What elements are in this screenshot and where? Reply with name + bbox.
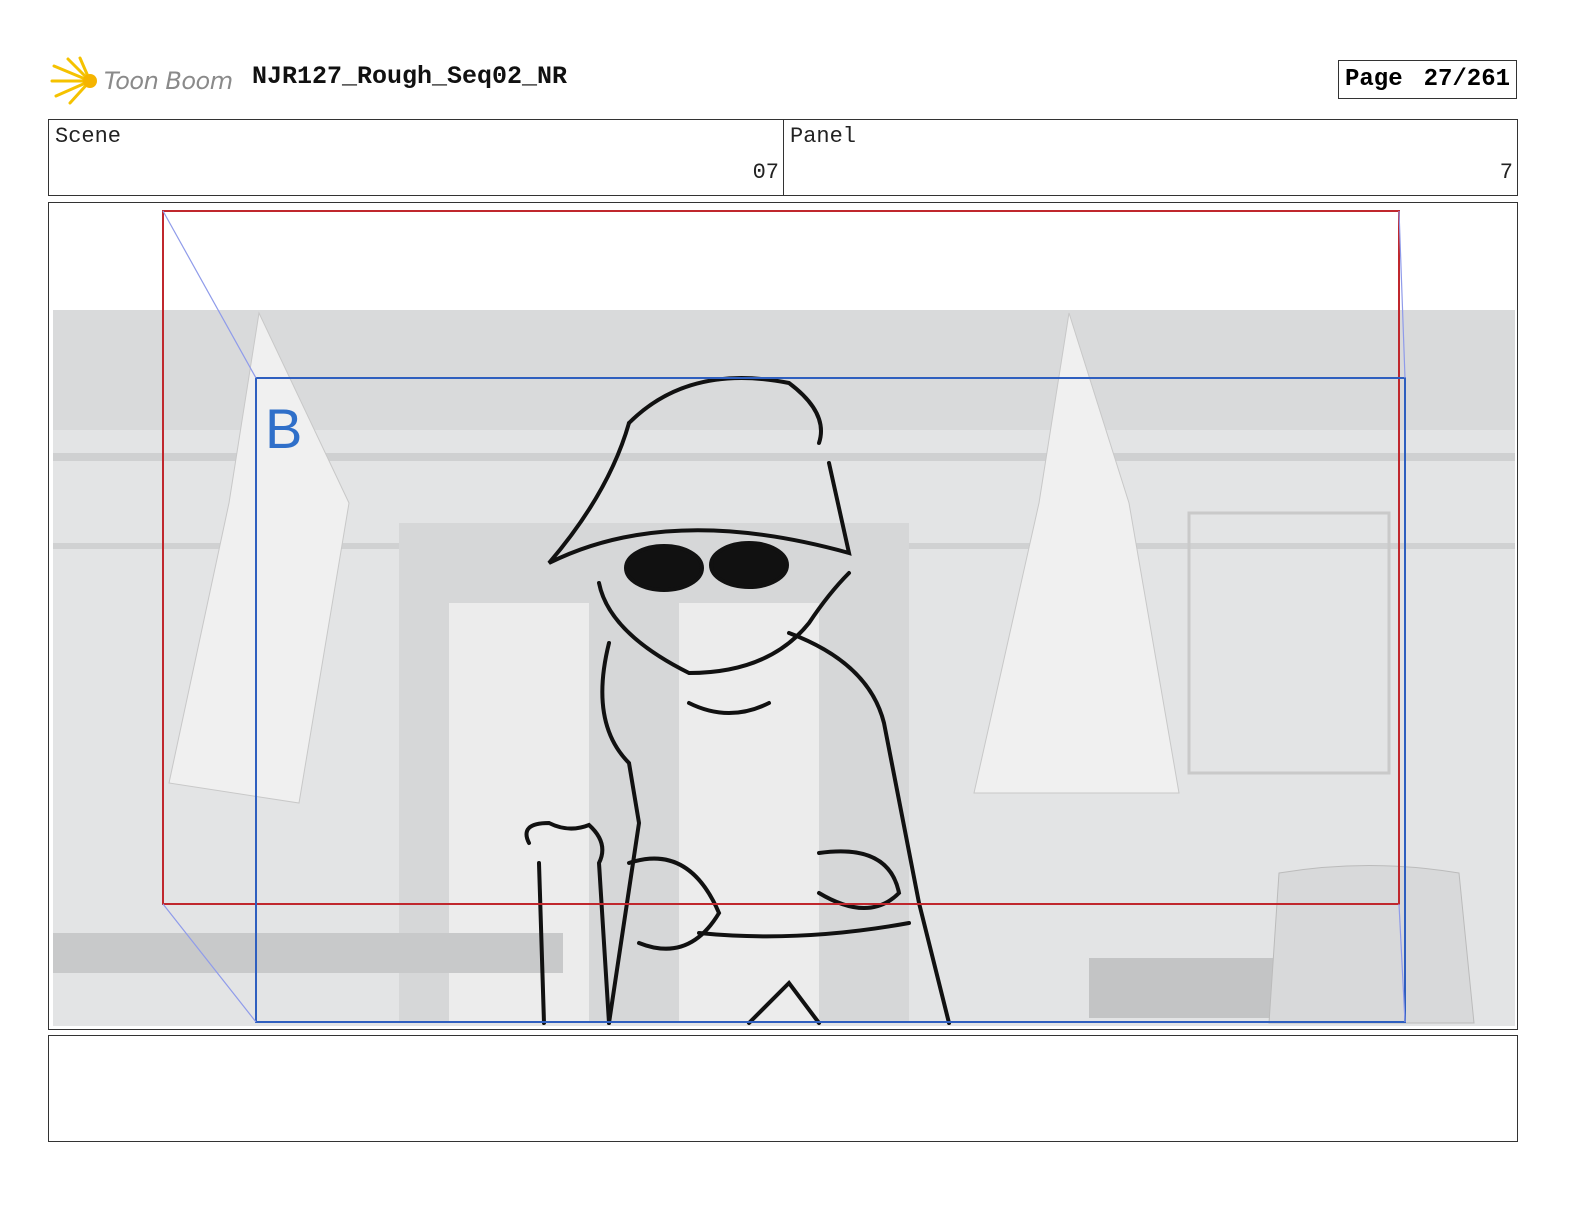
panel-value: 7 — [1499, 160, 1513, 185]
camera-label: B — [265, 397, 302, 460]
logo-text: Toon Boom — [104, 67, 233, 95]
toon-boom-logo: Toon Boom — [50, 56, 233, 106]
panel-cell: Panel 7 — [784, 120, 1517, 195]
caption-box — [48, 1035, 1518, 1142]
starburst-icon — [50, 56, 97, 105]
panel-label: Panel — [790, 124, 857, 149]
page-label: Page — [1345, 66, 1403, 93]
scene-label: Scene — [55, 124, 122, 149]
project-title: NJR127_Rough_Seq02_NR — [252, 62, 568, 91]
storyboard-panel: B — [48, 202, 1518, 1030]
scene-panel-info: Scene 07 Panel 7 — [48, 119, 1518, 196]
scene-cell: Scene 07 — [49, 120, 784, 195]
page-indicator: Page 27/261 — [1338, 60, 1517, 99]
scene-value: 07 — [752, 160, 779, 185]
page-value: 27/261 — [1423, 66, 1510, 93]
panel-drawing: B — [53, 210, 1515, 1026]
